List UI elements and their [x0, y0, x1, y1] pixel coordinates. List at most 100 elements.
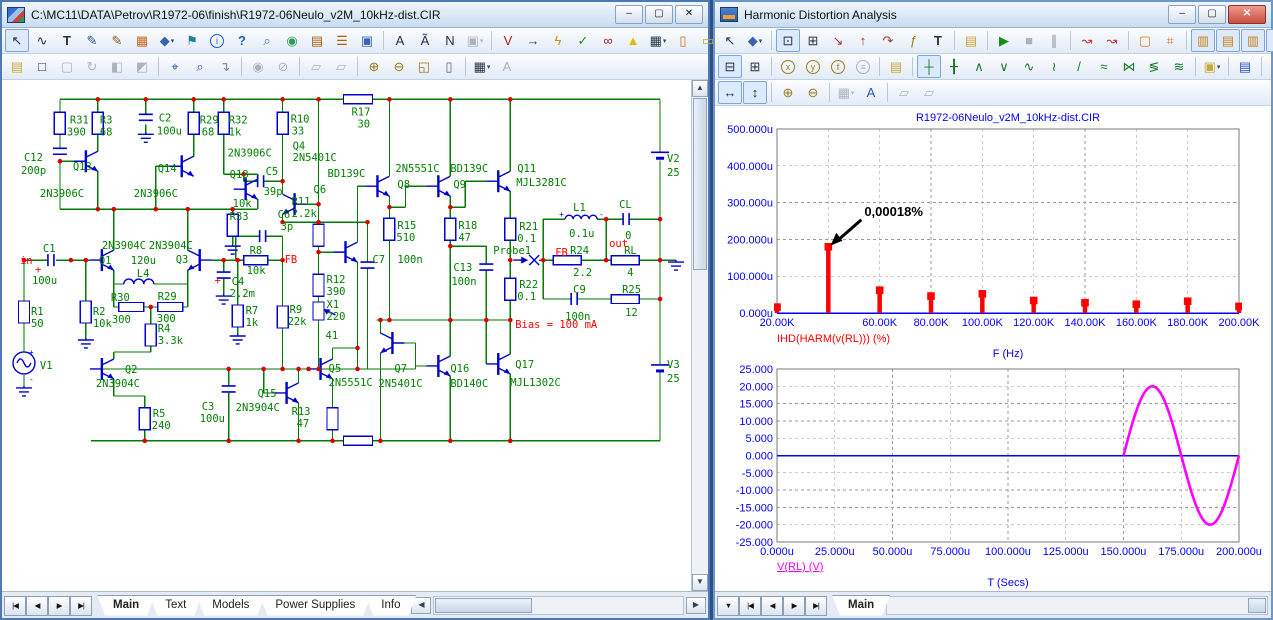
- analysis-titlebar[interactable]: Harmonic Distortion Analysis –▢✕: [715, 2, 1271, 28]
- graphics-mode-button[interactable]: ✎: [80, 29, 104, 52]
- tab-nav-button-0[interactable]: |◀: [4, 596, 26, 616]
- zoom-in-button[interactable]: ⊕: [776, 81, 800, 104]
- y-axis-settings-button[interactable]: y: [801, 55, 825, 78]
- analysis-horizontal-scrollbar[interactable]: [886, 596, 1268, 615]
- show-conditions-button[interactable]: ✓: [571, 29, 595, 52]
- schematic-tab-power-supplies[interactable]: Power Supplies: [259, 595, 371, 616]
- cursor-mode-button[interactable]: ⊞: [801, 29, 825, 52]
- border-display-button[interactable]: ▯: [671, 29, 695, 52]
- axis-menu-button[interactable]: ≡: [851, 55, 875, 78]
- panel-stacked-button[interactable]: ▥: [1241, 29, 1265, 52]
- tab-nav-button-3[interactable]: ▶|: [70, 596, 92, 616]
- go-to-low-button[interactable]: ≀: [1042, 55, 1066, 78]
- maximize-button[interactable]: ▢: [1198, 5, 1226, 24]
- close-button[interactable]: ✕: [1228, 5, 1266, 24]
- model-editor-button[interactable]: ▤: [305, 29, 329, 52]
- tab-nav-button-4[interactable]: ▶|: [805, 596, 827, 616]
- charts-canvas[interactable]: R1972-06Neulo_v2M_10kHz-dist.CIR0.000u10…: [715, 106, 1271, 591]
- show-power-button[interactable]: ϟ: [546, 29, 570, 52]
- panel-single-button[interactable]: ▯: [1266, 29, 1273, 52]
- send-back-button[interactable]: ▱: [329, 55, 353, 78]
- show-node-voltages-button[interactable]: V: [496, 29, 520, 52]
- tab-nav-button-1[interactable]: |◀: [739, 596, 761, 616]
- x-axis-settings-button[interactable]: x: [776, 55, 800, 78]
- point-tag-button[interactable]: ↘: [826, 29, 850, 52]
- go-to-high-button[interactable]: ∿: [1017, 55, 1041, 78]
- maximize-button[interactable]: ▢: [645, 5, 673, 24]
- add-curve-button[interactable]: ↝: [1075, 29, 1099, 52]
- close-button[interactable]: ✕: [675, 5, 703, 24]
- auto-scale-y-button[interactable]: ↕: [743, 81, 767, 104]
- show-node-numbers-button[interactable]: N: [438, 29, 462, 52]
- scroll-down-button[interactable]: ▼: [692, 574, 708, 591]
- go-to-peak-button[interactable]: ∧: [967, 55, 991, 78]
- go-to-cross-button[interactable]: ⋈: [1117, 55, 1141, 78]
- cursor-lines-button[interactable]: ⊞: [743, 55, 767, 78]
- stop-button[interactable]: ■: [1017, 29, 1041, 52]
- tab-nav-button-2[interactable]: ◀: [761, 596, 783, 616]
- find-on-web-button[interactable]: ⌕: [255, 29, 279, 52]
- clipboard-copy-button[interactable]: ▣▾: [1200, 55, 1224, 78]
- show-warnings-button[interactable]: ▲: [621, 29, 645, 52]
- go-to-minmax-button[interactable]: ≶: [1142, 55, 1166, 78]
- pause-button[interactable]: ∥: [1042, 29, 1066, 52]
- schematic-tab-info[interactable]: Info: [365, 595, 416, 616]
- part-browser-button[interactable]: ▦: [130, 29, 154, 52]
- panel-horizontal-button[interactable]: ▤: [1216, 29, 1240, 52]
- flag-mode-button[interactable]: ⚑: [180, 29, 204, 52]
- schematic-canvas[interactable]: R31390R368C2100uR2968R321kC12200pQ13Q142…: [2, 80, 691, 591]
- delete-curve-button[interactable]: ↝: [1100, 29, 1124, 52]
- panel-vertical-button[interactable]: ▥: [1191, 29, 1215, 52]
- select-all-button[interactable]: □: [30, 55, 54, 78]
- hscroll-thumb[interactable]: [435, 598, 532, 613]
- scale-mode-button[interactable]: ⊡: [776, 29, 800, 52]
- go-to-envelope-button[interactable]: ≈: [1092, 55, 1116, 78]
- go-to-valley-button[interactable]: ∨: [992, 55, 1016, 78]
- zoom-in-button[interactable]: ⊕: [362, 55, 386, 78]
- one-curve-button[interactable]: ⊟: [718, 55, 742, 78]
- go-to-slope-button[interactable]: /: [1067, 55, 1091, 78]
- grid-dots-button[interactable]: ▦▾: [470, 55, 494, 78]
- schematic-titlebar[interactable]: C:\MC11\DATA\Petrov\R1972-06\finish\R197…: [2, 2, 708, 28]
- select-region-button[interactable]: ▢: [55, 55, 79, 78]
- select-mode-button[interactable]: ↖: [718, 29, 742, 52]
- schematic-horizontal-scrollbar[interactable]: [433, 596, 684, 615]
- page-mode-button[interactable]: ▯: [437, 55, 461, 78]
- hscroll-right-button[interactable]: ▶: [686, 597, 706, 614]
- copy-front-button[interactable]: ▱: [892, 81, 916, 104]
- vertical-tag-button[interactable]: ↑: [851, 29, 875, 52]
- text-mode-button[interactable]: T: [55, 29, 79, 52]
- zoom-out-button[interactable]: ⊖: [801, 81, 825, 104]
- analysis-hscroll-thumb[interactable]: [1248, 598, 1266, 613]
- show-grid-text-button[interactable]: Ã: [413, 29, 437, 52]
- grid-options-button[interactable]: ▦▾: [646, 29, 670, 52]
- font-button[interactable]: A: [859, 81, 883, 104]
- cursor-right-button[interactable]: ╂: [942, 55, 966, 78]
- bring-forward-button[interactable]: ▱: [304, 55, 328, 78]
- shape-gallery-button[interactable]: ◆▾: [155, 29, 179, 52]
- zoom-region-button[interactable]: ⌗: [1158, 29, 1182, 52]
- analysis-tab-main[interactable]: Main: [832, 595, 890, 616]
- show-attribute-text-button[interactable]: A: [388, 29, 412, 52]
- tab-nav-button-3[interactable]: ▶: [783, 596, 805, 616]
- select-region-button[interactable]: ▢: [1133, 29, 1157, 52]
- model-assist-button[interactable]: ◉: [280, 29, 304, 52]
- annotation-mode-button[interactable]: ✎: [105, 29, 129, 52]
- paste-part-button[interactable]: ▣▾: [463, 29, 487, 52]
- scroll-thumb[interactable]: [693, 98, 707, 270]
- edit-limits-button[interactable]: ▤: [884, 55, 908, 78]
- run-button[interactable]: ▶: [992, 29, 1016, 52]
- show-probe-values-button[interactable]: ∞: [596, 29, 620, 52]
- copy-back-button[interactable]: ▱: [917, 81, 941, 104]
- help-button[interactable]: ?: [230, 29, 254, 52]
- component-list-button[interactable]: ☰: [330, 29, 354, 52]
- curve-list-button[interactable]: ▤: [1233, 55, 1257, 78]
- scroll-up-button[interactable]: ▲: [692, 80, 708, 97]
- stop-search-button[interactable]: ⊘: [271, 55, 295, 78]
- zoom-out-button[interactable]: ⊖: [387, 55, 411, 78]
- shape-gallery-button[interactable]: ◆▾: [743, 29, 767, 52]
- tab-nav-button-0[interactable]: ▼: [717, 596, 739, 616]
- minimize-button[interactable]: –: [1168, 5, 1196, 24]
- schematic-vertical-scrollbar[interactable]: ▲ ▼: [691, 80, 708, 591]
- auto-scale-x-button[interactable]: ↔: [718, 81, 742, 104]
